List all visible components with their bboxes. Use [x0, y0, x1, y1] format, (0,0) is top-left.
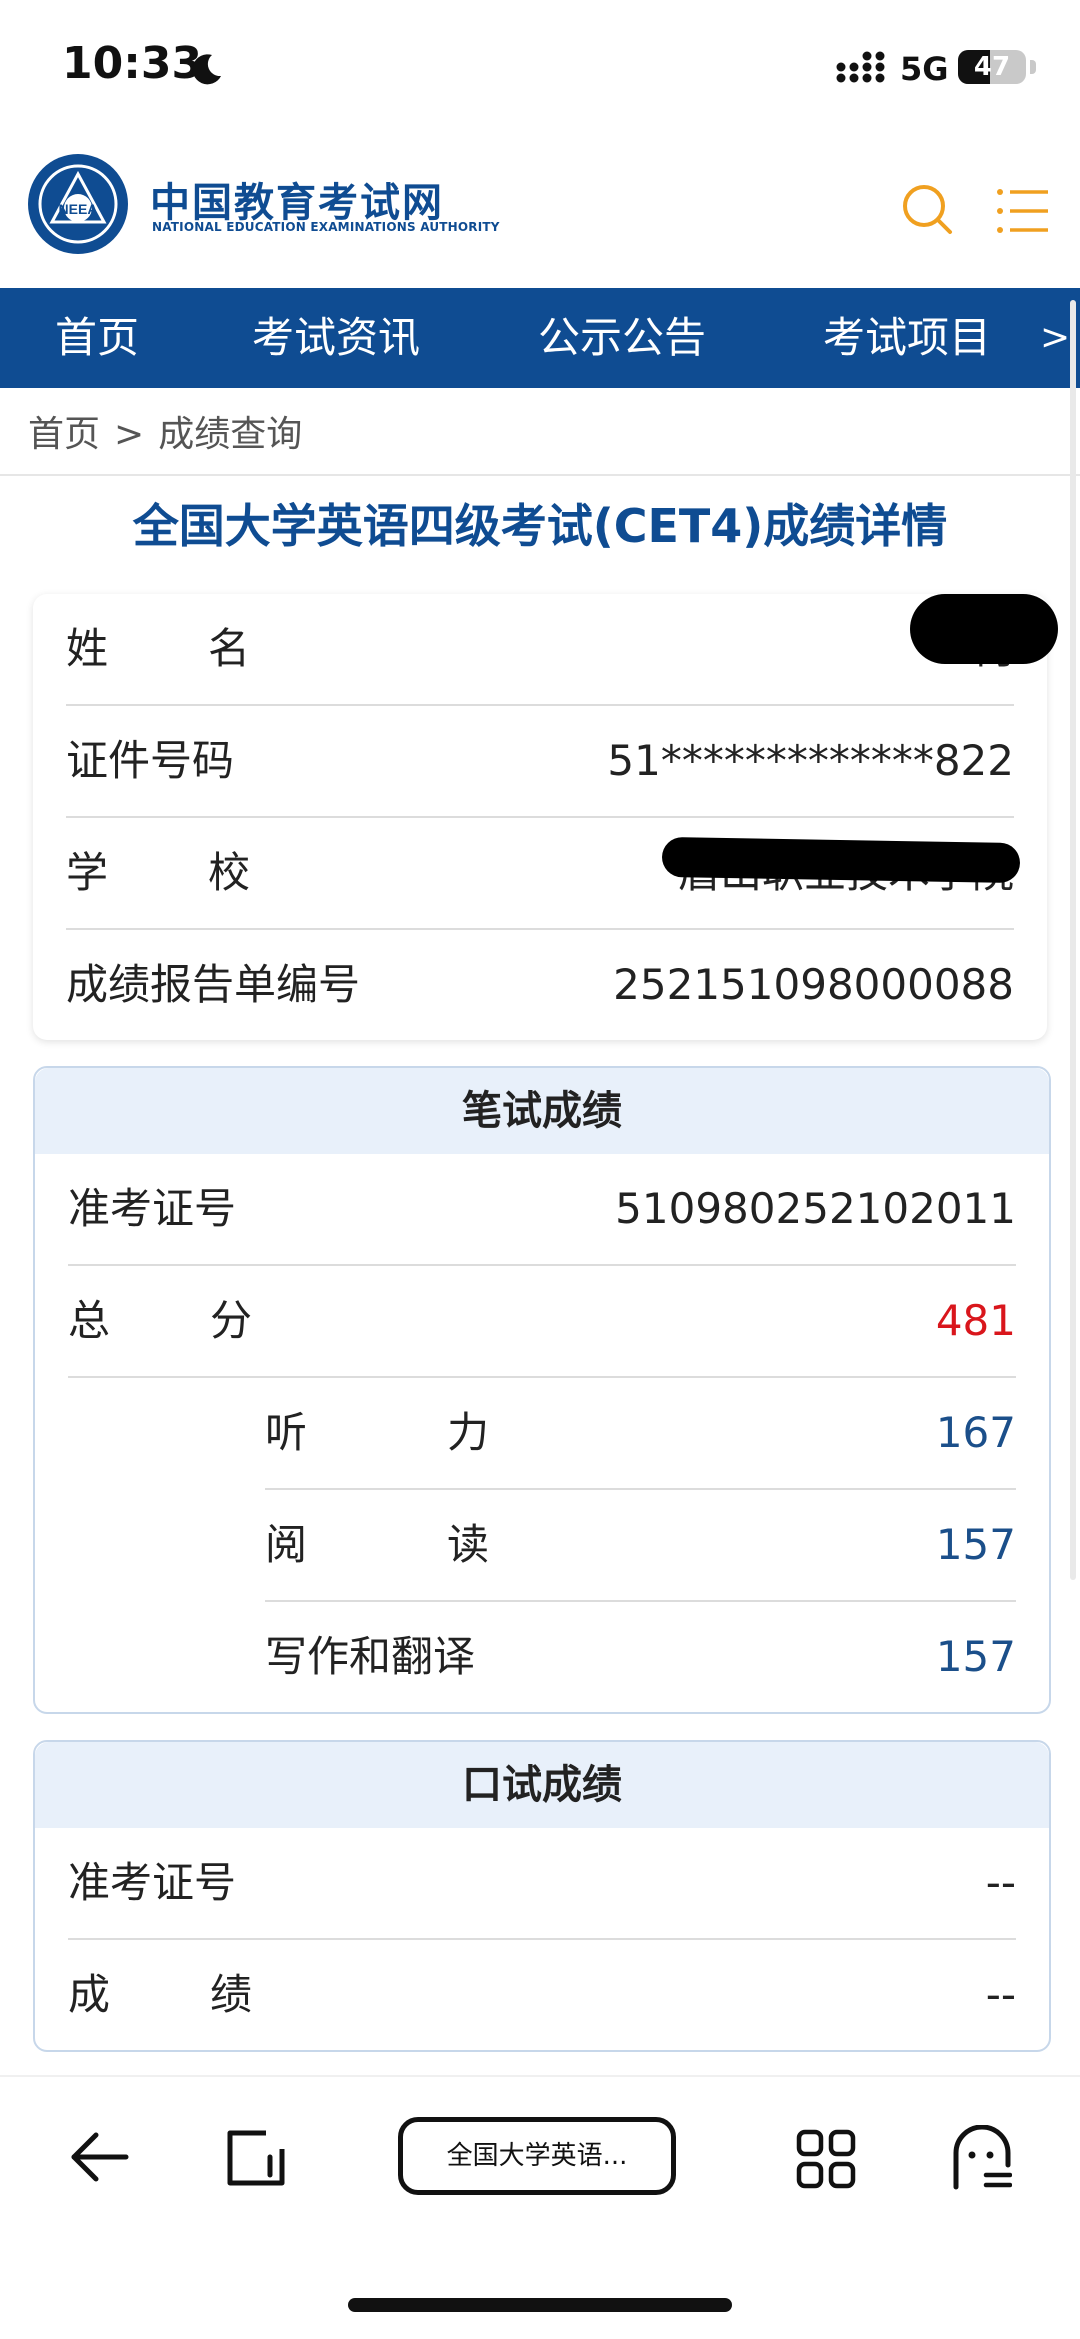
network-label: 5G: [900, 50, 949, 88]
report-number-value: 252151098000088: [613, 960, 1014, 1009]
personal-info-card: 姓名 何 证件号码 51*************822 学校 眉山职业技术学院…: [33, 594, 1047, 1040]
oral-score-card: 口试成绩 准考证号 -- 成绩 --: [33, 1740, 1051, 2052]
listening-label: 听力: [265, 1408, 490, 1457]
page-scrollbar[interactable]: [1070, 300, 1076, 1580]
name-label: 姓名: [66, 624, 251, 673]
total-score-label: 总分: [68, 1296, 253, 1345]
battery-tip: [1030, 60, 1036, 74]
redaction-mark-school: [661, 836, 1021, 884]
breadcrumb: 首页 > 成绩查询: [28, 400, 302, 470]
status-time: 10:33: [62, 38, 203, 89]
moon-icon: [192, 54, 221, 85]
search-icon[interactable]: [900, 182, 954, 236]
back-arrow-icon[interactable]: [66, 2125, 130, 2189]
neea-logo-icon[interactable]: NEEA: [26, 152, 130, 256]
address-bar[interactable]: 全国大学英语...: [398, 2117, 676, 2195]
signal-dots-icon: [836, 51, 885, 83]
info-row-report-number: 成绩报告单编号 252151098000088: [66, 930, 1014, 1040]
battery-icon: 47: [958, 50, 1026, 84]
written-ticket-row: 准考证号 510980252102011: [68, 1154, 1016, 1266]
total-score-row: 总分 481: [68, 1266, 1016, 1378]
writing-translation-score-row: 写作和翻译 157: [265, 1602, 1016, 1712]
nav-more-arrow[interactable]: >: [1040, 288, 1070, 388]
apps-grid-icon[interactable]: [796, 2129, 856, 2189]
writing-translation-label: 写作和翻译: [265, 1632, 476, 1681]
nav-item-announcements[interactable]: 公示公告: [538, 288, 706, 388]
breadcrumb-separator: >: [114, 414, 145, 455]
oral-score-value: --: [985, 1970, 1016, 2019]
report-number-label: 成绩报告单编号: [66, 960, 361, 1009]
oral-ticket-label: 准考证号: [68, 1858, 237, 1907]
site-name-en: NATIONAL EDUCATION EXAMINATIONS AUTHORIT…: [152, 220, 500, 234]
info-row-name: 姓名 何: [66, 594, 1014, 706]
breadcrumb-current: 成绩查询: [158, 414, 303, 455]
menu-list-icon[interactable]: [996, 186, 1050, 236]
written-ticket-value: 510980252102011: [615, 1184, 1016, 1233]
nav-item-home[interactable]: 首页: [55, 288, 139, 388]
status-bar: 10:33 5G 47: [0, 0, 1080, 140]
total-score-value: 481: [935, 1296, 1016, 1345]
redaction-mark-name: [910, 594, 1058, 664]
oral-ticket-value: --: [985, 1858, 1016, 1907]
tabs-icon[interactable]: [224, 2127, 288, 2189]
logo-letters: NEEA: [59, 201, 98, 217]
written-score-heading: 笔试成绩: [35, 1068, 1049, 1154]
battery-percent: 47: [973, 52, 1011, 82]
assistant-ghost-icon[interactable]: [952, 2125, 1012, 2191]
nav-item-exam-projects[interactable]: 考试项目: [823, 288, 991, 388]
oral-score-row: 成绩 --: [68, 1940, 1016, 2050]
breadcrumb-home[interactable]: 首页: [28, 414, 100, 455]
info-row-id-number: 证件号码 51*************822: [66, 706, 1014, 818]
school-label: 学校: [66, 848, 251, 897]
listening-score-row: 听力 167: [265, 1378, 1016, 1490]
oral-score-heading: 口试成绩: [35, 1742, 1049, 1828]
home-indicator[interactable]: [348, 2298, 732, 2312]
listening-value: 167: [935, 1408, 1016, 1457]
page-title: 全国大学英语四级考试(CET4)成绩详情: [132, 499, 948, 553]
reading-value: 157: [935, 1520, 1016, 1569]
reading-label: 阅读: [265, 1520, 490, 1569]
breadcrumb-divider: [0, 474, 1080, 476]
id-number-label: 证件号码: [66, 736, 235, 785]
reading-score-row: 阅读 157: [265, 1490, 1016, 1602]
writing-translation-value: 157: [935, 1632, 1016, 1681]
nav-item-exam-news[interactable]: 考试资讯: [252, 288, 420, 388]
oral-score-label: 成绩: [68, 1970, 253, 2019]
written-ticket-label: 准考证号: [68, 1184, 237, 1233]
oral-ticket-row: 准考证号 --: [68, 1828, 1016, 1940]
written-score-card: 笔试成绩 准考证号 510980252102011 总分 481 听力 167 …: [33, 1066, 1051, 1714]
id-number-value: 51*************822: [607, 736, 1014, 785]
main-nav: 首页 考试资讯 公示公告 考试项目 >: [0, 288, 1080, 388]
site-header: NEEA 中国教育考试网 NATIONAL EDUCATION EXAMINAT…: [0, 140, 1080, 288]
